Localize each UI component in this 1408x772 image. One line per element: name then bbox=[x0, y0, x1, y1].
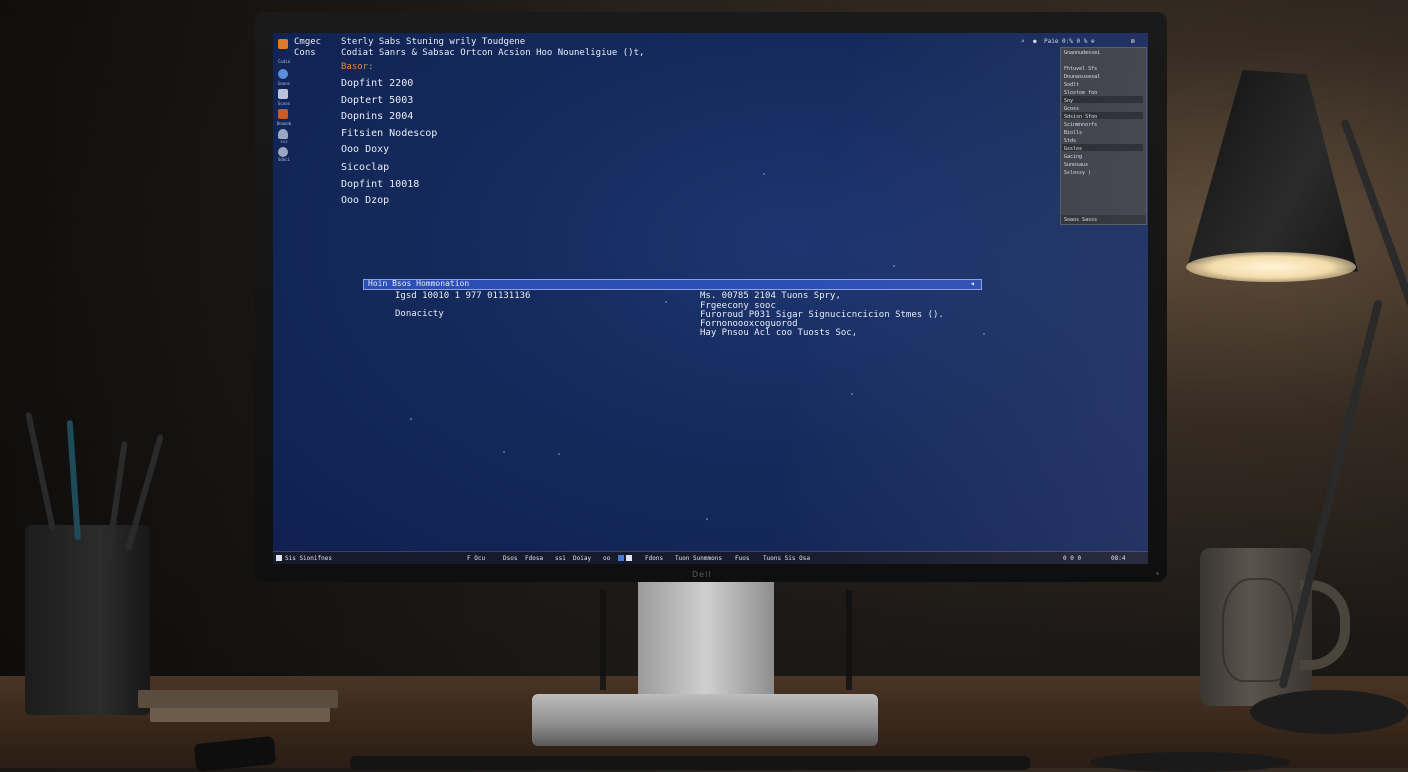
taskbar-item[interactable]: Fdons bbox=[645, 555, 663, 562]
screen-speck bbox=[706, 518, 708, 520]
close-icon[interactable]: ⊠ bbox=[1131, 38, 1135, 45]
status-text: Paie 0:% 0 % ⊕ bbox=[1044, 38, 1095, 45]
window-icon[interactable] bbox=[626, 555, 632, 561]
taskbar-item[interactable]: oo bbox=[603, 555, 610, 562]
taskbar-item[interactable]: Tuons Sis Osa bbox=[763, 555, 810, 562]
panel-row[interactable]: Soy bbox=[1064, 98, 1073, 104]
image-icon[interactable] bbox=[278, 109, 288, 119]
panel-row[interactable]: Gnaonudessei bbox=[1064, 50, 1100, 56]
monitor-stand bbox=[638, 580, 774, 700]
app-name: Cmgec bbox=[294, 37, 322, 47]
screen-speck bbox=[665, 301, 667, 303]
screen-speck bbox=[851, 393, 853, 395]
book bbox=[150, 706, 330, 722]
list-item[interactable]: Ooo Dzop bbox=[341, 195, 389, 206]
folder-icon[interactable] bbox=[278, 39, 288, 49]
panel-row[interactable]: Dounasusesal bbox=[1064, 74, 1100, 80]
panel-selection bbox=[1062, 96, 1143, 103]
power-led bbox=[1156, 572, 1159, 575]
lamp-light bbox=[1186, 252, 1356, 282]
start-icon[interactable] bbox=[276, 555, 282, 561]
dialog-close-icon[interactable]: ◂ bbox=[970, 279, 975, 288]
dock-label: sis bbox=[280, 139, 288, 144]
window-icon[interactable] bbox=[618, 555, 624, 561]
gear-icon[interactable] bbox=[278, 147, 288, 157]
taskbar-item[interactable]: ssi bbox=[555, 555, 566, 562]
list-item[interactable]: Fitsien Nodescop bbox=[341, 128, 437, 139]
dialog-field: Donacicty bbox=[395, 309, 444, 319]
taskbar-item[interactable]: Dsos bbox=[503, 555, 517, 562]
panel-row[interactable]: Gsslos bbox=[1064, 146, 1082, 152]
dialog-detail: Ms. 00785 2104 Tuons Spry, bbox=[700, 291, 841, 301]
panel-row[interactable]: Stds bbox=[1064, 138, 1076, 144]
mouse-pad bbox=[1090, 752, 1290, 772]
dialog-title: Hoin Bsos Hommonation bbox=[368, 279, 470, 288]
section-label: Basor: bbox=[341, 62, 374, 72]
dock-label: Scoos bbox=[277, 101, 291, 106]
screen-speck bbox=[503, 451, 505, 453]
system-tray[interactable]: 0 0 0 bbox=[1063, 555, 1081, 562]
panel-row[interactable]: Scinmnnorfs bbox=[1064, 122, 1097, 128]
globe-icon[interactable] bbox=[278, 69, 288, 79]
list-item[interactable]: Ooo Doxy bbox=[341, 144, 389, 155]
side-panel: Gnaonudessei Fhtuvel Sfs Dounasusesal So… bbox=[1060, 47, 1147, 225]
screen-speck bbox=[763, 173, 765, 175]
monitor-brand: Dell bbox=[692, 570, 712, 579]
list-item[interactable]: Dopfint 10018 bbox=[341, 179, 419, 190]
record-icon[interactable]: ● bbox=[1033, 38, 1037, 45]
panel-row[interactable]: Gcoss bbox=[1064, 106, 1079, 112]
panel-row[interactable]: Sodlt bbox=[1064, 82, 1079, 88]
panel-footer-label: Soaos Sasss bbox=[1064, 217, 1098, 223]
search-icon[interactable]: ⌕ bbox=[1021, 38, 1025, 45]
dialog-title-bar[interactable]: Hoin Bsos Hommonation ◂ bbox=[363, 279, 982, 290]
window-subtitle: Codiat Sanrs & Sabsac Ortcon Acsion Hoo … bbox=[341, 48, 645, 58]
app-subtitle: Cons bbox=[294, 48, 316, 58]
dock-label: Gnnoc bbox=[277, 81, 291, 86]
taskbar-item[interactable]: Doiay bbox=[573, 555, 591, 562]
screen-speck bbox=[893, 265, 895, 267]
pen-cup bbox=[25, 525, 150, 715]
panel-row[interactable]: Sdsisn Sfoo bbox=[1064, 114, 1097, 120]
taskbar-item[interactable]: F Ocu bbox=[467, 555, 485, 562]
list-item[interactable]: Doptert 5003 bbox=[341, 95, 413, 106]
list-item[interactable]: Dopfint 2200 bbox=[341, 78, 413, 89]
list-item[interactable]: Sicoclap bbox=[341, 162, 389, 173]
dock-label: Dnonob bbox=[276, 121, 292, 126]
lamp-base bbox=[1250, 690, 1408, 734]
panel-row[interactable]: Biolls bbox=[1064, 130, 1082, 136]
people-icon[interactable] bbox=[278, 129, 288, 139]
panel-row[interactable]: Fhtuvel Sfs bbox=[1064, 66, 1097, 72]
book bbox=[138, 690, 338, 708]
window-title: Sterly Sabs Stuning wrily Toudgene bbox=[341, 37, 526, 47]
taskbar: Sis Sionifnes F Ocu Dsos Fdosa ssi Doiay… bbox=[273, 551, 1148, 564]
dialog-detail: Hay Pnsou Acl coo Tuosts Soc, bbox=[700, 328, 858, 338]
screen-speck bbox=[410, 418, 412, 420]
screen-speck bbox=[558, 453, 560, 455]
panel-row[interactable]: Sunosaus bbox=[1064, 162, 1088, 168]
taskbar-item[interactable]: Fdosa bbox=[525, 555, 543, 562]
panel-row[interactable]: Sslossy ) bbox=[1064, 170, 1091, 176]
taskbar-item[interactable]: Fuos bbox=[735, 555, 749, 562]
taskbar-item[interactable]: Tuon Sunmmons bbox=[675, 555, 722, 562]
dock-label: Codia bbox=[277, 59, 291, 64]
screen-speck bbox=[983, 333, 985, 335]
terminal-icon[interactable] bbox=[278, 89, 288, 99]
clock: 08:4 bbox=[1111, 555, 1126, 562]
list-item[interactable]: Dopnins 2004 bbox=[341, 111, 413, 122]
start-button[interactable]: Sis Sionifnes bbox=[285, 555, 332, 562]
screen: Codia Gnnoc Scoos Dnonob sis Sdoci Cmgec… bbox=[273, 33, 1148, 564]
panel-footer: Soaos Sasss bbox=[1061, 215, 1146, 224]
monitor-base bbox=[532, 694, 878, 746]
dialog-field: Igsd 10010 1 977 01131136 bbox=[395, 291, 531, 301]
panel-row[interactable]: Slostoe foo bbox=[1064, 90, 1097, 96]
panel-row[interactable]: Gacing bbox=[1064, 154, 1082, 160]
dock-label: Sdoci bbox=[277, 157, 291, 162]
